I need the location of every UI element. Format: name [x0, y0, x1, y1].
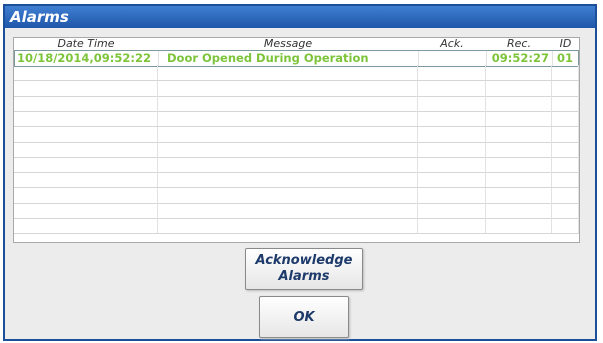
- cell-id: [552, 111, 579, 127]
- cell-ack: [418, 126, 486, 142]
- cell-date-time: [14, 95, 158, 111]
- cell-rec: [486, 187, 552, 203]
- cell-id: [552, 157, 579, 173]
- acknowledge-alarms-button[interactable]: Acknowledge Alarms: [245, 248, 363, 290]
- cell-rec: [486, 65, 552, 81]
- cell-message: [158, 187, 418, 203]
- table-row[interactable]: [14, 187, 579, 204]
- table-row[interactable]: [14, 111, 579, 128]
- cell-ack: [418, 65, 486, 81]
- column-header-id[interactable]: ID: [552, 38, 579, 50]
- alarms-window: Alarms Date Time Message Ack. Rec. ID 10…: [3, 4, 597, 341]
- cell-date-time: [14, 187, 158, 203]
- cell-id: [552, 65, 579, 81]
- cell-rec: 09:52:27: [487, 51, 553, 66]
- cell-id: [552, 203, 579, 218]
- cell-rec: [486, 126, 552, 142]
- cell-id: [552, 172, 579, 188]
- column-header-ack[interactable]: Ack.: [418, 38, 486, 50]
- cell-rec: [486, 80, 552, 96]
- cell-id: 01: [553, 51, 579, 66]
- cell-rec: [486, 203, 552, 218]
- table-row[interactable]: [14, 95, 579, 112]
- column-header-rec[interactable]: Rec.: [486, 38, 552, 50]
- cell-id: [552, 126, 579, 142]
- cell-date-time: [14, 157, 158, 173]
- cell-date-time: [14, 218, 158, 234]
- cell-date-time: [14, 203, 158, 218]
- table-row[interactable]: [14, 218, 579, 235]
- cell-date-time: [14, 126, 158, 142]
- cell-id: [552, 80, 579, 96]
- table-row[interactable]: [14, 126, 579, 143]
- cell-ack: [418, 80, 486, 96]
- cell-ack: [418, 187, 486, 203]
- cell-id: [552, 141, 579, 157]
- table-header: Date Time Message Ack. Rec. ID: [14, 38, 579, 50]
- table-row[interactable]: [14, 65, 579, 82]
- cell-message: [158, 172, 418, 188]
- cell-message: [158, 65, 418, 81]
- cell-ack: [419, 51, 487, 66]
- cell-message: [158, 111, 418, 127]
- cell-rec: [486, 218, 552, 234]
- acknowledge-label-line2: Alarms: [278, 269, 330, 284]
- acknowledge-label-line1: Acknowledge: [255, 253, 353, 268]
- cell-date-time: [14, 65, 158, 81]
- cell-rec: [486, 95, 552, 111]
- cell-ack: [418, 218, 486, 234]
- cell-ack: [418, 157, 486, 173]
- cell-message: [158, 80, 418, 96]
- table-row[interactable]: [14, 80, 579, 97]
- cell-ack: [418, 111, 486, 127]
- cell-ack: [418, 172, 486, 188]
- cell-ack: [418, 141, 486, 157]
- cell-id: [552, 187, 579, 203]
- cell-date-time: [14, 141, 158, 157]
- cell-date-time: [14, 111, 158, 127]
- cell-message: [158, 95, 418, 111]
- cell-ack: [418, 203, 486, 218]
- alarms-table[interactable]: Date Time Message Ack. Rec. ID 10/18/201…: [13, 37, 580, 243]
- column-header-date-time[interactable]: Date Time: [14, 38, 158, 50]
- cell-date-time: [14, 172, 158, 188]
- cell-id: [552, 218, 579, 234]
- cell-rec: [486, 157, 552, 173]
- cell-date-time: [14, 80, 158, 96]
- table-row[interactable]: [14, 141, 579, 158]
- table-row[interactable]: [14, 203, 579, 219]
- cell-ack: [418, 95, 486, 111]
- ok-button[interactable]: OK: [259, 296, 349, 338]
- column-header-message[interactable]: Message: [158, 38, 418, 50]
- cell-rec: [486, 111, 552, 127]
- table-row[interactable]: [14, 157, 579, 174]
- cell-message: [158, 157, 418, 173]
- cell-rec: [486, 141, 552, 157]
- cell-date-time: 10/18/2014,09:52:22: [15, 51, 159, 66]
- window-title: Alarms: [5, 6, 595, 28]
- cell-message: [158, 203, 418, 218]
- cell-message: [158, 126, 418, 142]
- cell-id: [552, 95, 579, 111]
- cell-message: [158, 141, 418, 157]
- table-row[interactable]: [14, 172, 579, 189]
- cell-message: Door Opened During Operation: [159, 51, 419, 66]
- cell-message: [158, 218, 418, 234]
- cell-rec: [486, 172, 552, 188]
